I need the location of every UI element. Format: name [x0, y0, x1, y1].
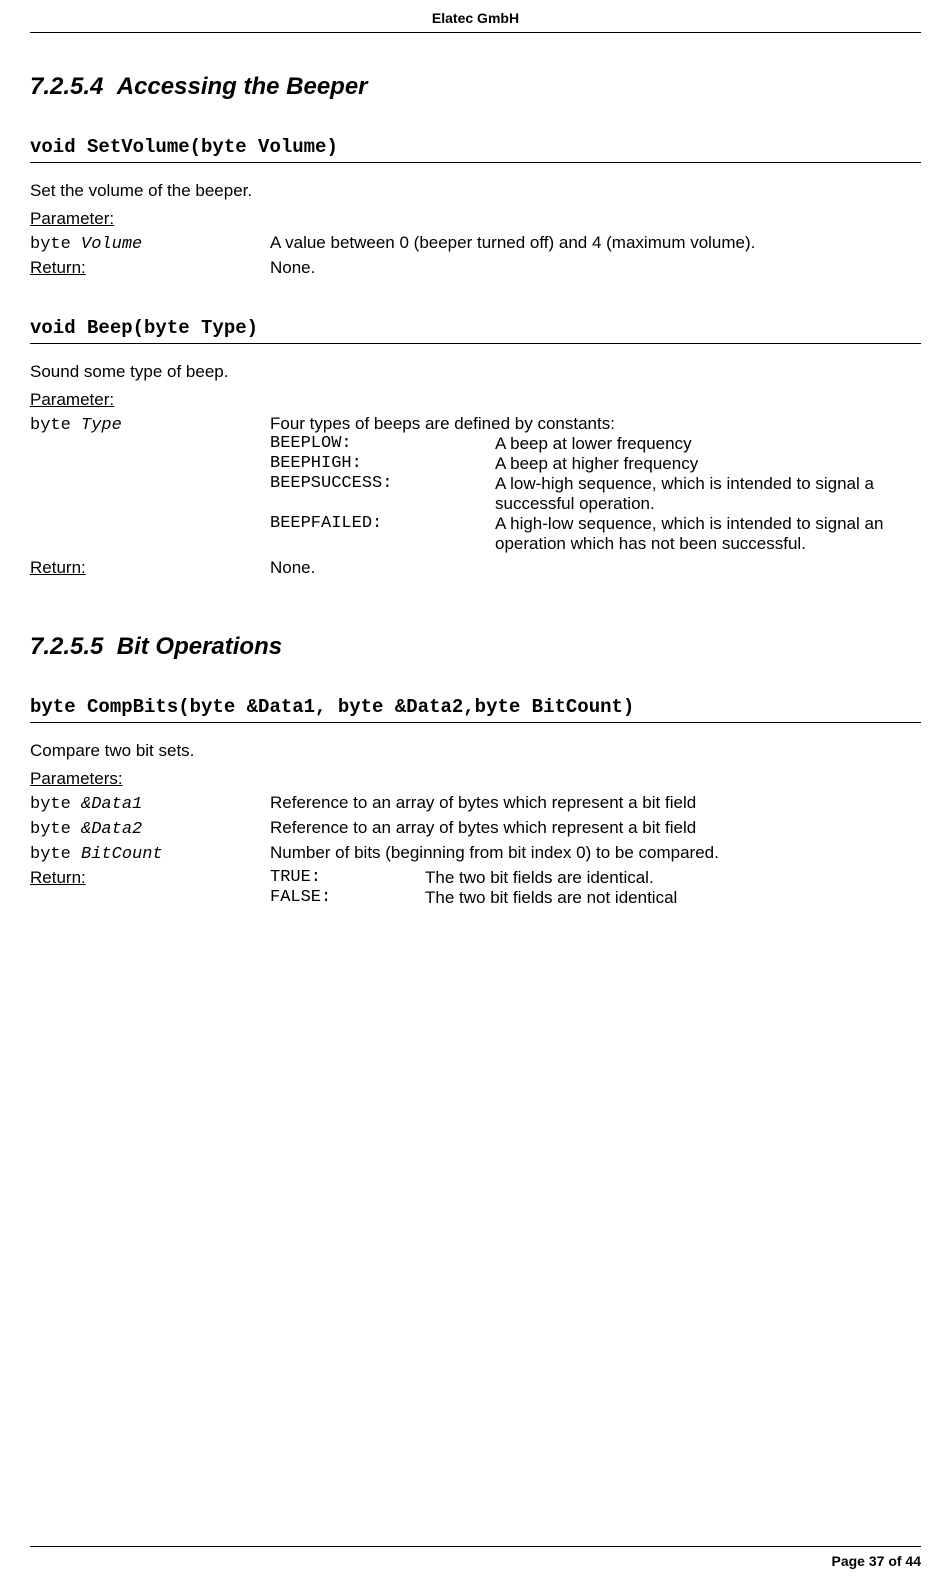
parameter-label: Parameter:: [30, 390, 114, 409]
function-description: Set the volume of the beeper.: [30, 181, 921, 201]
constant-beepfailed-key: BEEPFAILED:: [270, 514, 495, 533]
return-true-key: TRUE:: [270, 868, 425, 887]
section-heading-bitops: 7.2.5.5 Bit Operations: [30, 633, 921, 661]
param-bitcount-name: byte BitCount: [30, 843, 270, 864]
return-label: Return:: [30, 868, 86, 887]
section-title-text: Bit Operations: [117, 633, 282, 660]
return-false-key: FALSE:: [270, 888, 425, 907]
return-value: None.: [270, 258, 921, 278]
section-number: 7.2.5.4: [30, 73, 103, 100]
param-data1-name: byte &Data1: [30, 793, 270, 814]
function-signature-setvolume: void SetVolume(byte Volume): [30, 136, 921, 163]
return-false-val: The two bit fields are not identical: [425, 888, 921, 908]
function-signature-compbits: byte CompBits(byte &Data1, byte &Data2,b…: [30, 696, 921, 723]
constant-beepfailed-val: A high-low sequence, which is intended t…: [495, 514, 921, 554]
return-true-val: The two bit fields are identical.: [425, 868, 921, 888]
page-header: Elatec GmbH: [30, 0, 921, 33]
return-value: None.: [270, 558, 921, 578]
parameter-label: Parameter:: [30, 209, 114, 228]
constant-beephigh-key: BEEPHIGH:: [270, 454, 495, 473]
parameters-label: Parameters:: [30, 769, 123, 788]
section-title-text: Accessing the Beeper: [117, 73, 368, 100]
param-volume-desc: A value between 0 (beeper turned off) an…: [270, 233, 921, 253]
param-type-name: byte Type: [30, 414, 270, 435]
constant-beepsuccess-key: BEEPSUCCESS:: [270, 474, 495, 493]
param-volume-name: byte Volume: [30, 233, 270, 254]
constant-beepsuccess-val: A low-high sequence, which is intended t…: [495, 474, 921, 514]
page-footer: Page 37 of 44: [30, 1546, 921, 1579]
return-label: Return:: [30, 258, 86, 277]
param-bitcount-desc: Number of bits (beginning from bit index…: [270, 843, 921, 863]
section-heading-beeper: 7.2.5.4 Accessing the Beeper: [30, 73, 921, 101]
function-description: Compare two bit sets.: [30, 741, 921, 761]
param-type-desc: Four types of beeps are defined by const…: [270, 414, 921, 434]
function-signature-beep: void Beep(byte Type): [30, 317, 921, 344]
param-data2-name: byte &Data2: [30, 818, 270, 839]
function-description: Sound some type of beep.: [30, 362, 921, 382]
constant-beeplow-val: A beep at lower frequency: [495, 434, 921, 454]
constant-beephigh-val: A beep at higher frequency: [495, 454, 921, 474]
param-data2-desc: Reference to an array of bytes which rep…: [270, 818, 921, 838]
param-data1-desc: Reference to an array of bytes which rep…: [270, 793, 921, 813]
return-label: Return:: [30, 558, 86, 577]
section-number: 7.2.5.5: [30, 633, 103, 660]
constant-beeplow-key: BEEPLOW:: [270, 434, 495, 453]
